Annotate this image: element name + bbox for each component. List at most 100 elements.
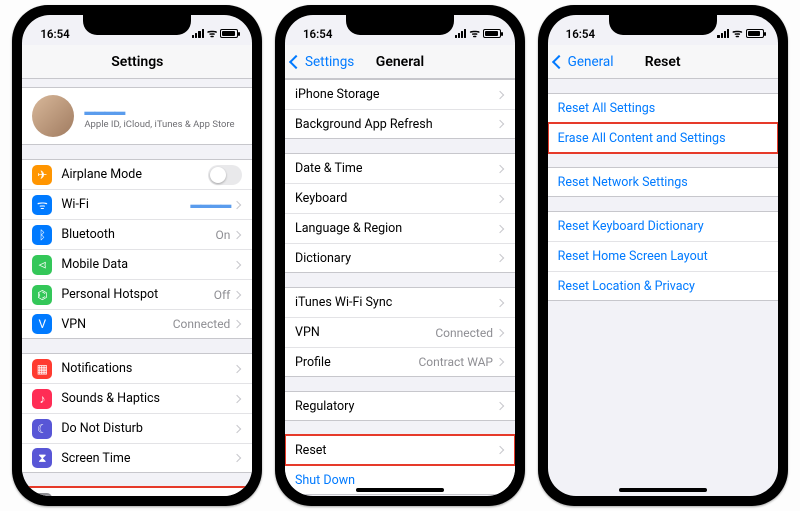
page-title: Settings: [111, 54, 163, 70]
chevron-right-icon: [496, 358, 504, 366]
row-sounds-haptics[interactable]: ♪Sounds & Haptics: [22, 383, 252, 413]
chevron-right-icon: [233, 454, 241, 462]
toggle[interactable]: [208, 165, 242, 185]
chevron-right-icon: [496, 298, 504, 306]
chevron-right-icon: [233, 200, 241, 208]
row-general[interactable]: ⚙ General: [22, 487, 252, 496]
signal-icon: [192, 29, 204, 38]
row-label: Reset Keyboard Dictionary: [558, 219, 768, 234]
row-value: On: [215, 228, 230, 242]
airplane-mode-icon: ✈: [32, 165, 52, 185]
notifications-icon: ▦: [32, 359, 52, 379]
row-label: VPN: [295, 325, 435, 340]
row-reset-keyboard-dictionary[interactable]: Reset Keyboard Dictionary: [548, 211, 778, 241]
chevron-right-icon: [496, 164, 504, 172]
avatar: [32, 95, 74, 137]
row-reset-location-privacy[interactable]: Reset Location & Privacy: [548, 271, 778, 301]
row-profile[interactable]: ProfileContract WAP: [285, 347, 515, 377]
chevron-right-icon: [496, 90, 504, 98]
row-label: Bluetooth: [61, 227, 215, 242]
row-label: VPN: [61, 317, 172, 332]
mobile-data-icon: ⏿: [32, 255, 52, 275]
row-value: Off: [214, 288, 231, 302]
back-button[interactable]: General: [554, 54, 614, 70]
row-label: Keyboard: [295, 191, 497, 206]
phone-general: 16:54 ᯤ Settings General iPhone StorageB…: [275, 5, 525, 506]
row-dictionary[interactable]: Dictionary: [285, 243, 515, 273]
home-indicator[interactable]: [619, 488, 707, 492]
status-time: 16:54: [40, 27, 69, 41]
chevron-right-icon: [496, 254, 504, 262]
row-do-not-disturb[interactable]: ☾Do Not Disturb: [22, 413, 252, 443]
battery-icon: [483, 29, 501, 38]
notch: [609, 15, 717, 35]
chevron-right-icon: [496, 194, 504, 202]
row-label: Wi-Fi: [61, 197, 230, 212]
row-reset-network-settings[interactable]: Reset Network Settings: [548, 167, 778, 197]
wi-fi-icon: ᯤ: [32, 195, 52, 215]
row-reset-all-settings[interactable]: Reset All Settings: [548, 93, 778, 123]
row-screen-time[interactable]: ⧗Screen Time: [22, 443, 252, 473]
row-label: Dictionary: [295, 251, 497, 266]
navbar: General Reset: [548, 45, 778, 79]
row-wi-fi[interactable]: ᯤWi-Fi▬▬▬▬: [22, 189, 252, 219]
row-language-region[interactable]: Language & Region: [285, 213, 515, 243]
notch: [346, 15, 454, 35]
row-bluetooth[interactable]: ᛒBluetoothOn: [22, 219, 252, 249]
apple-id-subtitle: Apple ID, iCloud, iTunes & App Store: [84, 119, 242, 130]
chevron-right-icon: [496, 402, 504, 410]
row-label: Do Not Disturb: [61, 421, 234, 436]
row-label: General: [61, 495, 234, 496]
wifi-icon: ᯤ: [207, 26, 218, 41]
row-label: Date & Time: [295, 161, 497, 176]
chevron-left-icon: [552, 54, 566, 68]
chevron-right-icon: [233, 364, 241, 372]
row-personal-hotspot[interactable]: ⌬ Personal HotspotOff: [22, 279, 252, 309]
row-iphone-storage[interactable]: iPhone Storage: [285, 79, 515, 109]
row-label: Background App Refresh: [295, 117, 497, 132]
chevron-right-icon: [496, 120, 504, 128]
status-time: 16:54: [303, 27, 332, 41]
apple-id-card[interactable]: ▬▬▬▬ Apple ID, iCloud, iTunes & App Stor…: [22, 87, 252, 145]
general-icon: ⚙: [32, 493, 52, 497]
row-itunes-wi-fi-sync[interactable]: iTunes Wi-Fi Sync: [285, 287, 515, 317]
row-mobile-data[interactable]: ⏿Mobile Data: [22, 249, 252, 279]
home-indicator[interactable]: [356, 488, 444, 492]
row-reset-home-screen-layout[interactable]: Reset Home Screen Layout: [548, 241, 778, 271]
row-label: Screen Time: [61, 451, 234, 466]
row-label: Personal Hotspot: [61, 287, 213, 302]
navbar: Settings General: [285, 45, 515, 79]
row-label: Notifications: [61, 361, 234, 376]
row-label: iPhone Storage: [295, 87, 497, 102]
back-button[interactable]: Settings: [291, 54, 354, 70]
row-background-app-refresh[interactable]: Background App Refresh: [285, 109, 515, 139]
row-label: Erase All Content and Settings: [558, 131, 768, 146]
row-airplane-mode[interactable]: ✈ Airplane Mode: [22, 159, 252, 189]
row-vpn[interactable]: V VPNConnected: [22, 309, 252, 339]
row-erase-all-content-and-settings[interactable]: Erase All Content and Settings: [548, 123, 778, 153]
battery-icon: [220, 29, 238, 38]
vpn-icon: V: [32, 314, 52, 334]
row-reset[interactable]: Reset: [285, 435, 515, 465]
row-regulatory[interactable]: Regulatory: [285, 391, 515, 421]
chevron-right-icon: [233, 290, 241, 298]
personal-hotspot-icon: ⌬: [32, 285, 52, 305]
row-notifications[interactable]: ▦ Notifications: [22, 353, 252, 383]
row-vpn[interactable]: VPNConnected: [285, 317, 515, 347]
row-label: Reset Network Settings: [558, 175, 768, 190]
row-label: Reset All Settings: [558, 101, 768, 116]
row-keyboard[interactable]: Keyboard: [285, 183, 515, 213]
row-date-time[interactable]: Date & Time: [285, 153, 515, 183]
battery-icon: [746, 29, 764, 38]
chevron-right-icon: [233, 320, 241, 328]
page-title: General: [376, 54, 424, 70]
row-value: Connected: [173, 317, 231, 331]
row-value: Connected: [435, 326, 493, 340]
row-label: Airplane Mode: [61, 167, 208, 182]
chevron-right-icon: [496, 224, 504, 232]
chevron-right-icon: [496, 446, 504, 454]
notch: [83, 15, 191, 35]
phone-reset: 16:54 ᯤ General Reset Reset All Settings…: [538, 5, 788, 506]
row-label: iTunes Wi-Fi Sync: [295, 295, 497, 310]
chevron-right-icon: [233, 260, 241, 268]
